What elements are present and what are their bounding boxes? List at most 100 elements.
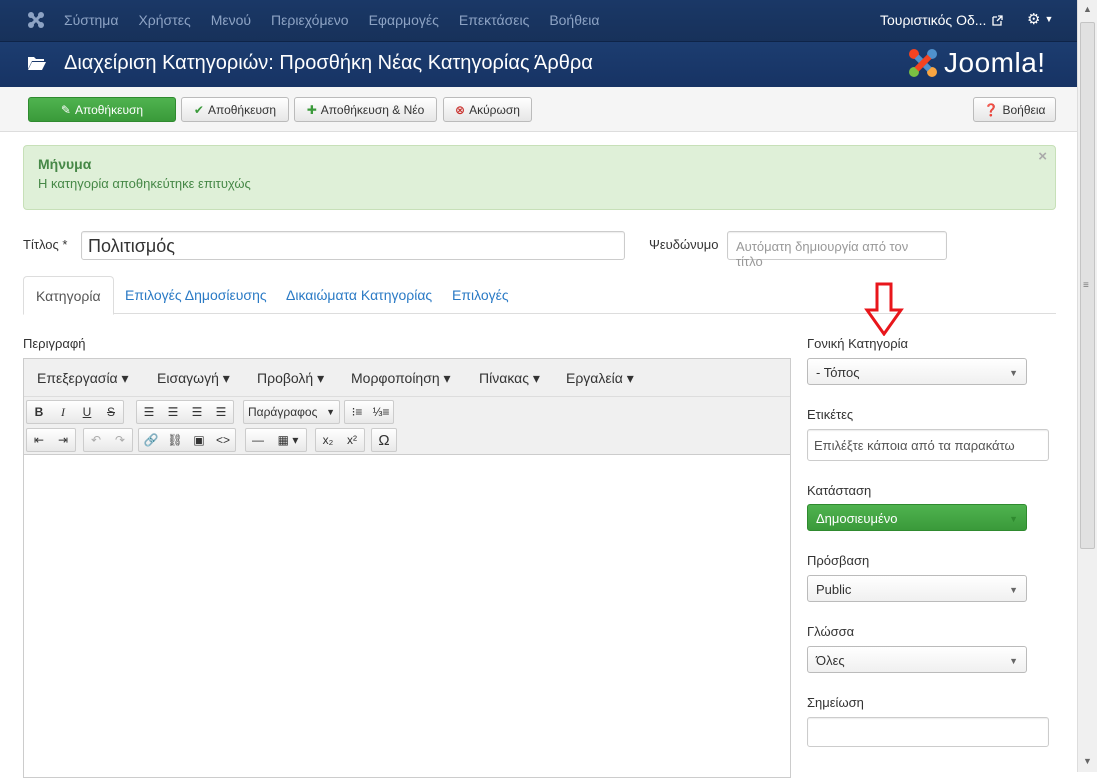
alias-input[interactable]: Αυτόματη δημιουργία από τον τίτλο: [727, 231, 947, 269]
vertical-scrollbar[interactable]: ▲ ≡ ▼: [1077, 0, 1097, 772]
external-link-icon: [992, 14, 1004, 26]
folder-open-icon: [28, 57, 46, 70]
help-button-label: Βοήθεια: [1002, 102, 1046, 117]
editor-content-area[interactable]: [24, 456, 790, 776]
numbered-list-icon[interactable]: ⅓≡: [369, 401, 393, 423]
caret-down-icon: ▼: [1009, 656, 1018, 666]
check-icon: ✔: [193, 102, 204, 117]
plus-icon: ✚: [306, 102, 317, 117]
site-link[interactable]: Τουριστικός Οδ...: [880, 12, 1004, 28]
align-right-icon[interactable]: ☰: [185, 401, 209, 423]
align-center-icon[interactable]: ☰: [161, 401, 185, 423]
annotation-arrow-icon: [864, 282, 904, 336]
save-button[interactable]: ✎ Αποθήκευση: [28, 97, 176, 122]
editor-menu-tools[interactable]: Εργαλεία ▾: [566, 370, 634, 387]
question-circle-icon: ❓: [983, 102, 999, 117]
underline-icon[interactable]: U: [75, 401, 99, 423]
indent-group: ⇤ ⇥: [26, 428, 76, 452]
help-button[interactable]: ❓ Βοήθεια: [973, 97, 1056, 122]
access-value: Public: [816, 582, 852, 597]
title-input[interactable]: Πολιτισμός: [81, 231, 625, 260]
save-new-button[interactable]: ✚ Αποθήκευση & Νέο: [294, 97, 437, 122]
status-value: Δημοσιευμένο: [816, 511, 898, 526]
align-justify-icon[interactable]: ☰: [209, 401, 233, 423]
save-close-button[interactable]: ✔ Αποθήκευση: [181, 97, 289, 122]
cancel-button-label: Ακύρωση: [469, 102, 520, 117]
menu-item-system[interactable]: Σύστημα: [64, 12, 118, 28]
indent-icon[interactable]: ⇥: [51, 429, 75, 451]
scroll-up-icon[interactable]: ▲: [1083, 4, 1092, 14]
insert-group: 🔗 ⛓ ▣ <>: [138, 428, 236, 452]
script-group: x₂ x²: [315, 428, 365, 452]
text-style-group: B I U S: [26, 400, 124, 424]
editor-menu-edit[interactable]: Επεξεργασία ▾: [37, 370, 129, 387]
tab-permissions[interactable]: Δικαιώματα Κατηγορίας: [274, 276, 444, 314]
table-icon[interactable]: ▦ ▾: [270, 429, 306, 451]
horizontal-rule-icon[interactable]: —: [246, 429, 270, 451]
menu-item-menus[interactable]: Μενού: [211, 12, 251, 28]
success-message: Μήνυμα Η κατηγορία αποθηκεύτηκε επιτυχώς…: [23, 145, 1056, 210]
joomla-logo-icon[interactable]: [26, 10, 46, 30]
close-icon[interactable]: ×: [1038, 148, 1047, 165]
editor-menu-view[interactable]: Προβολή ▾: [257, 370, 324, 387]
bullet-list-icon[interactable]: ⁝≡: [345, 401, 369, 423]
superscript-icon[interactable]: x²: [340, 429, 364, 451]
editor-menu-format[interactable]: Μορφοποίηση ▾: [351, 370, 451, 387]
menu-item-content[interactable]: Περιεχόμενο: [271, 12, 349, 28]
save-close-button-label: Αποθήκευση: [207, 102, 277, 117]
link-icon[interactable]: 🔗: [139, 429, 163, 451]
note-input[interactable]: [807, 717, 1049, 747]
menu-item-users[interactable]: Χρήστες: [138, 12, 190, 28]
access-select[interactable]: Public ▼: [807, 575, 1027, 602]
caret-down-icon: ▼: [1044, 14, 1054, 24]
align-group: ☰ ☰ ☰ ☰: [136, 400, 234, 424]
subscript-icon[interactable]: x₂: [316, 429, 340, 451]
editor-menu-insert[interactable]: Εισαγωγή ▾: [157, 370, 230, 387]
menu-item-extensions[interactable]: Επεκτάσεις: [459, 12, 529, 28]
caret-down-icon: ▼: [1009, 585, 1018, 595]
status-select[interactable]: Δημοσιευμένο ▼: [807, 504, 1027, 531]
top-navbar: Σύστημα Χρήστες Μενού Περιεχόμενο Εφαρμο…: [0, 0, 1077, 42]
language-label: Γλώσσα: [807, 624, 855, 639]
language-select[interactable]: Όλες ▼: [807, 646, 1027, 673]
joomla-brand: Joomla!: [906, 46, 1046, 80]
tab-publishing-options[interactable]: Επιλογές Δημοσίευσης: [113, 276, 279, 314]
menu-item-components[interactable]: Εφαρμογές: [369, 12, 439, 28]
rich-text-editor: Επεξεργασία ▾ Εισαγωγή ▾ Προβολή ▾ Μορφο…: [23, 358, 791, 778]
bold-icon[interactable]: B: [27, 401, 51, 423]
caret-down-icon: ▼: [1009, 368, 1018, 378]
settings-dropdown[interactable]: ⚙ ▼: [1027, 10, 1053, 28]
status-label: Κατάσταση: [807, 483, 872, 498]
code-icon[interactable]: <>: [211, 429, 235, 451]
editor-menu-table[interactable]: Πίνακας ▾: [479, 370, 540, 387]
caret-down-icon: ▼: [1009, 514, 1018, 524]
parent-category-select[interactable]: - Τόπος ▼: [807, 358, 1027, 385]
outdent-icon[interactable]: ⇤: [27, 429, 51, 451]
save-new-button-label: Αποθήκευση & Νέο: [320, 102, 425, 117]
scroll-down-icon[interactable]: ▼: [1083, 756, 1092, 766]
paragraph-format-select[interactable]: Παράγραφος ▼: [243, 400, 340, 424]
menu-item-help[interactable]: Βοήθεια: [549, 12, 599, 28]
undo-icon[interactable]: ↶: [84, 429, 108, 451]
unlink-icon[interactable]: ⛓: [163, 429, 187, 451]
tags-input[interactable]: Επιλέξτε κάποια από τα παρακάτω: [807, 429, 1049, 461]
tab-category[interactable]: Κατηγορία: [23, 276, 114, 315]
italic-icon[interactable]: I: [51, 401, 75, 423]
caret-down-icon: ▼: [326, 407, 335, 417]
image-icon[interactable]: ▣: [187, 429, 211, 451]
save-button-label: Αποθήκευση: [74, 102, 144, 117]
title-label: Τίτλος *: [23, 237, 68, 252]
tags-label: Ετικέτες: [807, 407, 854, 422]
strikethrough-icon[interactable]: S: [99, 401, 123, 423]
editor-toolbar: B I U S ☰ ☰ ☰ ☰ Παράγραφος ▼ ⁝≡ ⅓≡ ⇤ ⇥ ↶…: [24, 397, 790, 455]
note-label: Σημείωση: [807, 695, 864, 710]
toolbar: ✎ Αποθήκευση ✔ Αποθήκευση ✚ Αποθήκευση &…: [0, 87, 1077, 132]
message-heading: Μήνυμα: [38, 156, 92, 172]
access-label: Πρόσβαση: [807, 553, 870, 568]
tab-options[interactable]: Επιλογές: [440, 276, 521, 314]
redo-icon[interactable]: ↷: [108, 429, 132, 451]
message-text: Η κατηγορία αποθηκεύτηκε επιτυχώς: [38, 176, 251, 191]
align-left-icon[interactable]: ☰: [137, 401, 161, 423]
omega-icon[interactable]: Ω: [372, 429, 396, 451]
cancel-button[interactable]: ⊗ Ακύρωση: [443, 97, 532, 122]
